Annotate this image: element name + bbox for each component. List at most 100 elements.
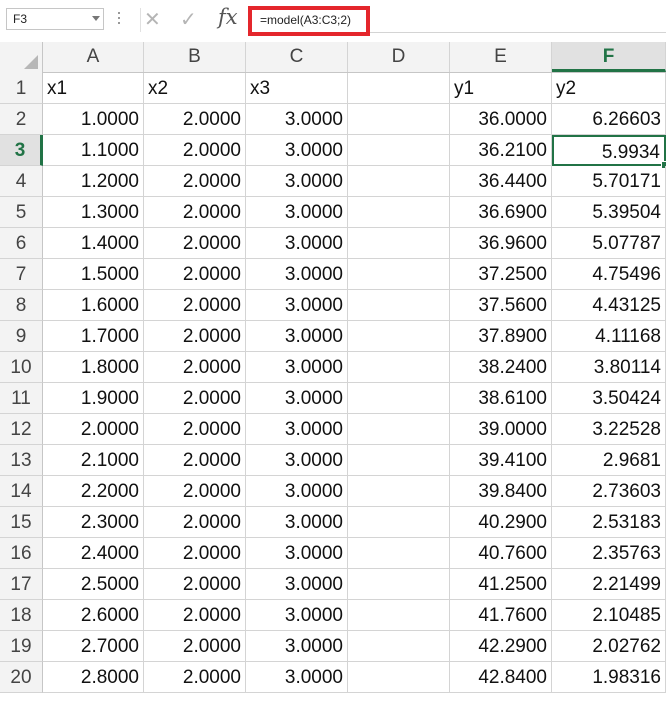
row-header-7[interactable]: 7 — [0, 259, 43, 290]
cell-f13[interactable]: 2.9681 — [552, 445, 666, 476]
cell-d5[interactable] — [348, 197, 450, 228]
row-header-20[interactable]: 20 — [0, 662, 43, 693]
cell-d2[interactable] — [348, 104, 450, 135]
cell-c8[interactable]: 3.0000 — [246, 290, 348, 321]
cell-a5[interactable]: 1.3000 — [43, 197, 144, 228]
row-header-3[interactable]: 3 — [0, 135, 43, 166]
cell-e6[interactable]: 36.9600 — [450, 228, 552, 259]
cell-c14[interactable]: 3.0000 — [246, 476, 348, 507]
cell-b19[interactable]: 2.0000 — [144, 631, 246, 662]
cell-c12[interactable]: 3.0000 — [246, 414, 348, 445]
cell-e17[interactable]: 41.2500 — [450, 569, 552, 600]
cell-b13[interactable]: 2.0000 — [144, 445, 246, 476]
row-header-16[interactable]: 16 — [0, 538, 43, 569]
cell-a11[interactable]: 1.9000 — [43, 383, 144, 414]
cell-c20[interactable]: 3.0000 — [246, 662, 348, 693]
cell-e2[interactable]: 36.0000 — [450, 104, 552, 135]
cell-a3[interactable]: 1.1000 — [43, 135, 144, 166]
cell-b1[interactable]: x2 — [144, 73, 246, 104]
select-all-button[interactable] — [0, 42, 43, 73]
cell-a16[interactable]: 2.4000 — [43, 538, 144, 569]
row-header-1[interactable]: 1 — [0, 73, 43, 104]
cell-a12[interactable]: 2.0000 — [43, 414, 144, 445]
cell-d16[interactable] — [348, 538, 450, 569]
cell-e4[interactable]: 36.4400 — [450, 166, 552, 197]
cell-b17[interactable]: 2.0000 — [144, 569, 246, 600]
chevron-down-icon[interactable] — [92, 16, 100, 21]
cell-e8[interactable]: 37.5600 — [450, 290, 552, 321]
column-header-a[interactable]: A — [43, 42, 144, 72]
cell-c1[interactable]: x3 — [246, 73, 348, 104]
cell-d8[interactable] — [348, 290, 450, 321]
cell-d11[interactable] — [348, 383, 450, 414]
cell-b8[interactable]: 2.0000 — [144, 290, 246, 321]
cell-f6[interactable]: 5.07787 — [552, 228, 666, 259]
drag-handle-icon[interactable] — [118, 12, 121, 28]
cell-d1[interactable] — [348, 73, 450, 104]
cell-a1[interactable]: x1 — [43, 73, 144, 104]
cell-e18[interactable]: 41.7600 — [450, 600, 552, 631]
cell-e14[interactable]: 39.8400 — [450, 476, 552, 507]
cell-f9[interactable]: 4.11168 — [552, 321, 666, 352]
cell-c6[interactable]: 3.0000 — [246, 228, 348, 259]
cell-c10[interactable]: 3.0000 — [246, 352, 348, 383]
row-header-6[interactable]: 6 — [0, 228, 43, 259]
cell-e7[interactable]: 37.2500 — [450, 259, 552, 290]
cell-d18[interactable] — [348, 600, 450, 631]
insert-function-icon[interactable]: fx — [218, 5, 238, 29]
cell-e11[interactable]: 38.6100 — [450, 383, 552, 414]
row-header-9[interactable]: 9 — [0, 321, 43, 352]
cell-d3[interactable] — [348, 135, 450, 166]
cell-c17[interactable]: 3.0000 — [246, 569, 348, 600]
cell-e13[interactable]: 39.4100 — [450, 445, 552, 476]
cell-d6[interactable] — [348, 228, 450, 259]
cell-a15[interactable]: 2.3000 — [43, 507, 144, 538]
cell-d19[interactable] — [348, 631, 450, 662]
cell-c13[interactable]: 3.0000 — [246, 445, 348, 476]
cell-c3[interactable]: 3.0000 — [246, 135, 348, 166]
cell-d12[interactable] — [348, 414, 450, 445]
cell-e12[interactable]: 39.0000 — [450, 414, 552, 445]
cell-d13[interactable] — [348, 445, 450, 476]
cell-c4[interactable]: 3.0000 — [246, 166, 348, 197]
column-header-f[interactable]: F — [552, 42, 666, 72]
cell-a6[interactable]: 1.4000 — [43, 228, 144, 259]
name-box[interactable]: F3 — [6, 8, 104, 30]
cell-c15[interactable]: 3.0000 — [246, 507, 348, 538]
row-header-5[interactable]: 5 — [0, 197, 43, 228]
cell-b20[interactable]: 2.0000 — [144, 662, 246, 693]
cell-d14[interactable] — [348, 476, 450, 507]
cell-a18[interactable]: 2.6000 — [43, 600, 144, 631]
cell-f17[interactable]: 2.21499 — [552, 569, 666, 600]
cell-a2[interactable]: 1.0000 — [43, 104, 144, 135]
row-header-8[interactable]: 8 — [0, 290, 43, 321]
cell-e5[interactable]: 36.6900 — [450, 197, 552, 228]
cell-a7[interactable]: 1.5000 — [43, 259, 144, 290]
cell-b9[interactable]: 2.0000 — [144, 321, 246, 352]
cell-f20[interactable]: 1.98316 — [552, 662, 666, 693]
cell-f19[interactable]: 2.02762 — [552, 631, 666, 662]
cell-b11[interactable]: 2.0000 — [144, 383, 246, 414]
cell-b5[interactable]: 2.0000 — [144, 197, 246, 228]
cell-d7[interactable] — [348, 259, 450, 290]
cell-c9[interactable]: 3.0000 — [246, 321, 348, 352]
cell-f14[interactable]: 2.73603 — [552, 476, 666, 507]
cell-b3[interactable]: 2.0000 — [144, 135, 246, 166]
cell-c18[interactable]: 3.0000 — [246, 600, 348, 631]
cell-f5[interactable]: 5.39504 — [552, 197, 666, 228]
cell-f8[interactable]: 4.43125 — [552, 290, 666, 321]
row-header-15[interactable]: 15 — [0, 507, 43, 538]
cell-f15[interactable]: 2.53183 — [552, 507, 666, 538]
cell-d9[interactable] — [348, 321, 450, 352]
column-header-d[interactable]: D — [348, 42, 450, 72]
cell-f16[interactable]: 2.35763 — [552, 538, 666, 569]
column-header-b[interactable]: B — [144, 42, 246, 72]
row-header-14[interactable]: 14 — [0, 476, 43, 507]
column-header-c[interactable]: C — [246, 42, 348, 72]
cell-a10[interactable]: 1.8000 — [43, 352, 144, 383]
cell-e9[interactable]: 37.8900 — [450, 321, 552, 352]
cell-f11[interactable]: 3.50424 — [552, 383, 666, 414]
cancel-icon[interactable]: ✕ — [144, 9, 161, 29]
cell-b4[interactable]: 2.0000 — [144, 166, 246, 197]
cell-d10[interactable] — [348, 352, 450, 383]
